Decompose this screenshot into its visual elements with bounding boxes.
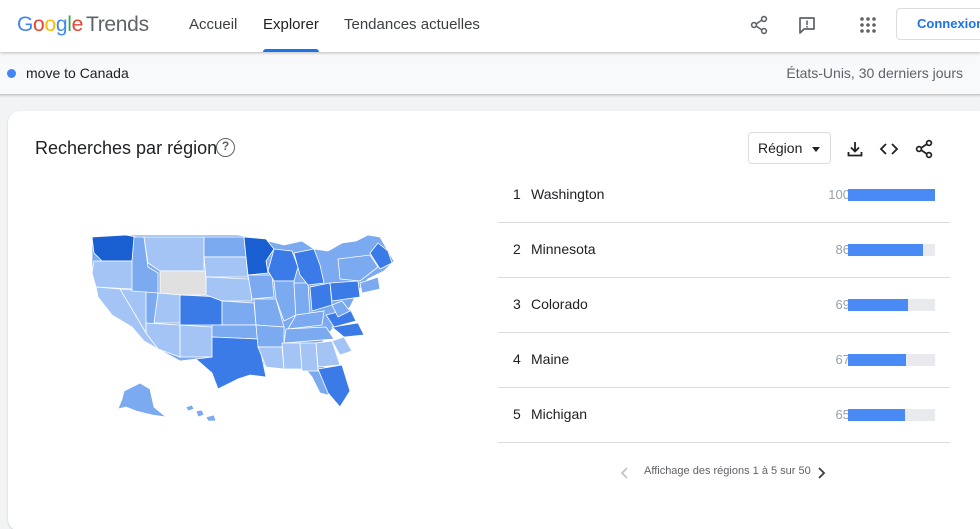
us-region-map[interactable] bbox=[88, 231, 408, 421]
region-name: Colorado bbox=[531, 296, 588, 312]
value-bar bbox=[848, 189, 935, 201]
pagination-label: Affichage des régions 1 à 5 sur 50 bbox=[644, 465, 811, 477]
state-colorado bbox=[179, 294, 223, 326]
state-washington bbox=[91, 234, 137, 262]
value-bar-track bbox=[848, 354, 935, 366]
rank-number: 1 bbox=[513, 186, 521, 202]
value-bar bbox=[848, 354, 907, 366]
table-row[interactable]: 5 Michigan 65 bbox=[498, 388, 950, 443]
top-bar: Google Trends Accueil Explorer Tendances … bbox=[0, 0, 980, 52]
nav-tendances-actuelles[interactable]: Tendances actuelles bbox=[344, 0, 480, 52]
value-bar bbox=[848, 409, 905, 421]
download-icon[interactable] bbox=[844, 138, 866, 160]
search-term[interactable]: move to Canada bbox=[26, 65, 129, 81]
region-resolution-select[interactable]: Région bbox=[748, 132, 831, 164]
interest-by-region-card: Recherches par région ? Région 1 Washing… bbox=[8, 111, 980, 529]
nav-explorer[interactable]: Explorer bbox=[263, 0, 319, 52]
region-name: Maine bbox=[531, 351, 570, 367]
value-bar-track bbox=[848, 244, 935, 256]
region-name: Michigan bbox=[531, 406, 588, 422]
dropdown-caret-icon bbox=[812, 147, 820, 152]
state-no-data bbox=[159, 270, 207, 296]
prev-page-icon[interactable] bbox=[620, 466, 630, 480]
apps-icon[interactable] bbox=[855, 12, 881, 38]
help-icon[interactable]: ? bbox=[216, 138, 235, 157]
pagination: Affichage des régions 1 à 5 sur 50 bbox=[620, 463, 840, 483]
table-row[interactable]: 1 Washington 100 bbox=[498, 168, 950, 223]
query-filters[interactable]: États-Unis, 30 derniers jours bbox=[786, 65, 963, 81]
term-color-dot bbox=[7, 69, 16, 78]
region-name: Washington bbox=[531, 186, 605, 202]
rank-number: 2 bbox=[513, 241, 521, 257]
region-value: 100 bbox=[828, 187, 850, 202]
embed-icon[interactable] bbox=[878, 138, 900, 160]
region-name: Minnesota bbox=[531, 241, 596, 257]
rank-number: 5 bbox=[513, 406, 521, 422]
rank-number: 4 bbox=[513, 351, 521, 367]
value-bar-track bbox=[848, 299, 935, 311]
signin-button[interactable]: Connexion bbox=[896, 8, 980, 40]
card-title: Recherches par région bbox=[35, 138, 218, 158]
value-bar-track bbox=[848, 189, 935, 201]
value-bar bbox=[848, 244, 923, 256]
next-page-icon[interactable] bbox=[816, 466, 826, 480]
nav-accueil[interactable]: Accueil bbox=[189, 0, 237, 52]
share-icon[interactable] bbox=[746, 12, 772, 38]
rank-number: 3 bbox=[513, 296, 521, 312]
value-bar-track bbox=[848, 409, 935, 421]
table-row[interactable]: 4 Maine 67 bbox=[498, 333, 950, 388]
table-row[interactable]: 2 Minnesota 86 bbox=[498, 223, 950, 278]
query-bar: move to Canada États-Unis, 30 derniers j… bbox=[0, 52, 980, 95]
region-select-label: Région bbox=[758, 140, 803, 156]
table-row[interactable]: 3 Colorado 69 bbox=[498, 278, 950, 333]
google-trends-logo[interactable]: Google Trends bbox=[17, 13, 149, 37]
share-icon[interactable] bbox=[913, 138, 935, 160]
value-bar bbox=[848, 299, 909, 311]
feedback-icon[interactable] bbox=[794, 12, 820, 38]
